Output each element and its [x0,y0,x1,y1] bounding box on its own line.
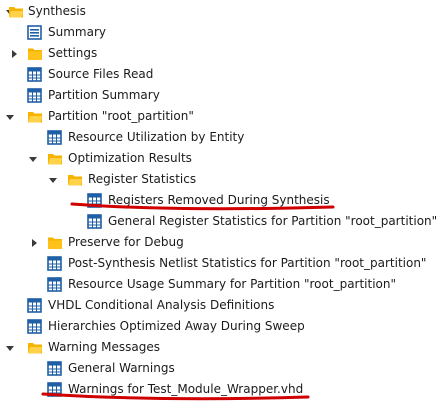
chevron-down-icon[interactable] [4,106,16,127]
table-report-icon [47,277,62,292]
tree-item-label: Source Files Read [48,67,154,81]
tree-item-label: General Warnings [68,361,175,375]
table-report-icon [87,214,102,229]
tree-item-hierarchies-optimized[interactable]: Hierarchies Optimized Away During Sweep [0,316,445,337]
tree-item-label: Hierarchies Optimized Away During Sweep [48,319,305,333]
tree-item-label: Resource Utilization by Entity [68,130,245,144]
table-report-icon [87,193,102,208]
table-report-icon [27,88,42,103]
tree-item-label: Warnings for Test_Module_Wrapper.vhd [68,382,304,396]
tree-item-label: Preserve for Debug [68,235,184,249]
tree-item-label: Partition Summary [48,88,160,102]
chevron-down-icon[interactable] [27,148,39,169]
folder-open-icon [8,4,24,19]
tree-item-warning-messages[interactable]: Warning Messages [0,337,445,358]
folder-closed-icon [47,235,62,250]
tree-item-warnings-test-module[interactable]: Warnings for Test_Module_Wrapper.vhd [0,379,445,400]
table-report-icon [27,319,42,334]
tree-item-vhdl-conditional[interactable]: VHDL Conditional Analysis Definitions [0,295,445,316]
tree-item-preserve-for-debug[interactable]: Preserve for Debug [0,232,445,253]
tree-item-label: Partition "root_partition" [48,109,194,123]
table-report-icon [47,130,62,145]
table-report-icon [47,256,62,271]
tree-item-resource-usage-summary[interactable]: Resource Usage Summary for Partition "ro… [0,274,445,295]
report-tree: Synthesis Summary Settings Source Files … [0,0,445,406]
table-report-icon [47,361,62,376]
tree-item-general-warnings[interactable]: General Warnings [0,358,445,379]
folder-open-icon [67,172,83,187]
summary-list-icon [27,25,42,40]
chevron-down-icon[interactable] [47,169,59,190]
tree-item-partition-summary[interactable]: Partition Summary [0,85,445,106]
tree-item-label: Register Statistics [88,172,197,186]
folder-open-icon [27,340,43,355]
tree-item-general-register-statistics[interactable]: General Register Statistics for Partitio… [0,211,445,232]
tree-item-label: Resource Usage Summary for Partition "ro… [68,277,397,291]
tree-item-settings[interactable]: Settings [0,43,445,64]
chevron-right-icon[interactable] [28,232,40,253]
folder-closed-icon [27,46,42,61]
table-report-icon [27,67,42,82]
tree-item-post-synthesis-netlist[interactable]: Post-Synthesis Netlist Statistics for Pa… [0,253,445,274]
tree-item-resource-utilization[interactable]: Resource Utilization by Entity [0,127,445,148]
tree-item-label: Registers Removed During Synthesis [108,193,330,207]
tree-item-label: General Register Statistics for Partitio… [108,214,438,228]
chevron-right-icon[interactable] [8,43,20,64]
tree-item-label: VHDL Conditional Analysis Definitions [48,298,275,312]
tree-item-label: Optimization Results [68,151,192,165]
tree-item-partition-root[interactable]: Partition "root_partition" [0,106,445,127]
tree-item-summary[interactable]: Summary [0,22,445,43]
tree-item-registers-removed[interactable]: Registers Removed During Synthesis [0,190,445,211]
tree-item-label: Warning Messages [48,340,160,354]
tree-item-label: Summary [48,25,106,39]
tree-item-label: Settings [48,46,98,60]
table-report-icon [27,298,42,313]
tree-item-label: Synthesis [28,4,86,18]
tree-item-register-statistics[interactable]: Register Statistics [0,169,445,190]
tree-item-synthesis[interactable]: Synthesis [0,1,445,22]
chevron-down-icon[interactable] [4,337,16,358]
tree-item-source-files-read[interactable]: Source Files Read [0,64,445,85]
folder-open-icon [47,151,63,166]
folder-open-icon [27,109,43,124]
tree-item-optimization-results[interactable]: Optimization Results [0,148,445,169]
table-report-icon [47,382,62,397]
tree-item-label: Post-Synthesis Netlist Statistics for Pa… [68,256,427,270]
